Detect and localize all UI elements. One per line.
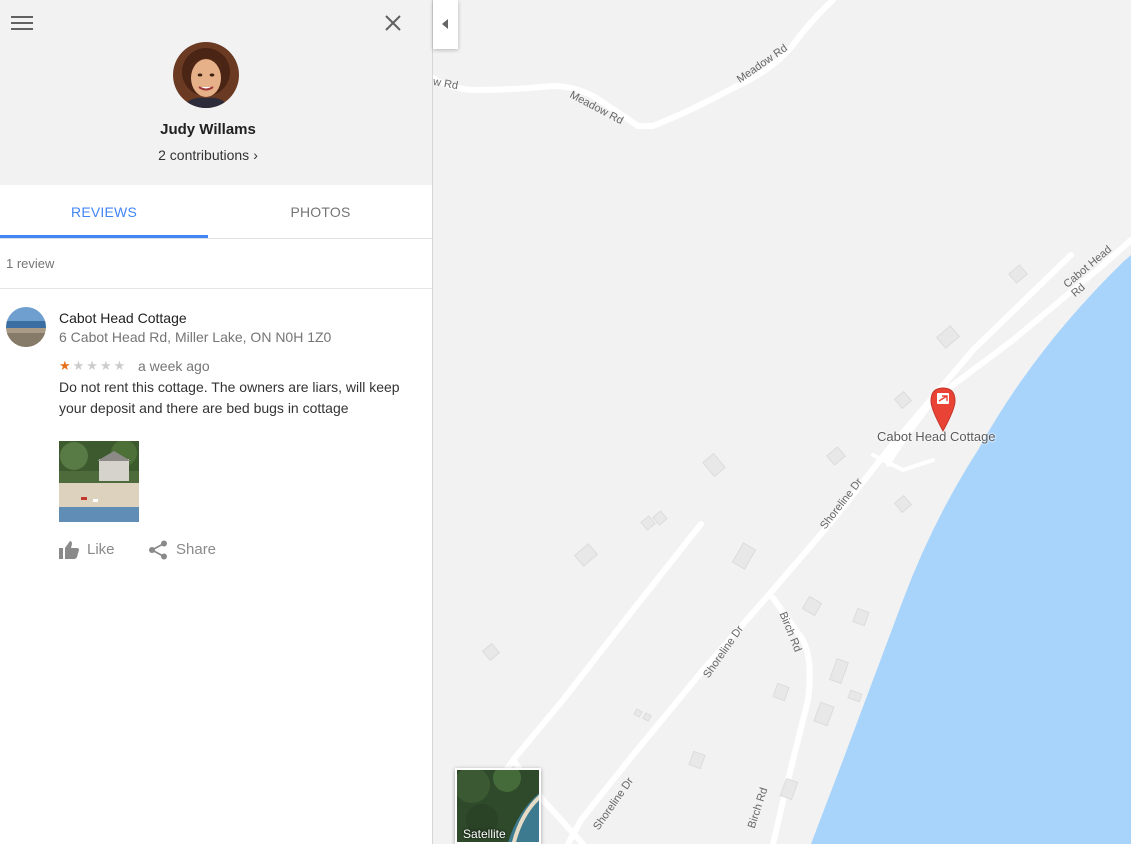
collapse-panel-button[interactable] — [433, 0, 458, 49]
avatar[interactable] — [173, 42, 239, 108]
close-icon[interactable] — [380, 10, 406, 36]
profile-header: Judy Willams 2 contributions › — [0, 0, 432, 185]
review-time: a week ago — [138, 358, 210, 374]
menu-icon[interactable] — [11, 12, 35, 34]
chevron-right-icon: › — [253, 147, 258, 163]
share-label: Share — [176, 541, 217, 558]
map-canvas[interactable]: w Rd Meadow Rd Meadow Rd Cabot Head Rd S… — [432, 0, 1131, 844]
profile-name: Judy Willams — [160, 121, 256, 138]
map-pin-icon[interactable] — [930, 387, 956, 433]
tab-bar: REVIEWS PHOTOS — [0, 185, 432, 239]
place-name[interactable]: Cabot Head Cottage — [59, 310, 187, 326]
pin-label[interactable]: Cabot Head Cottage — [877, 429, 996, 444]
star-icon: ★ — [59, 358, 73, 373]
place-address: 6 Cabot Head Rd, Miller Lake, ON N0H 1Z0 — [59, 329, 332, 345]
tab-photos[interactable]: PHOTOS — [208, 185, 433, 238]
star-rating: ★★★★★ — [59, 358, 127, 374]
review-card: Cabot Head Cottage 6 Cabot Head Rd, Mill… — [0, 289, 432, 589]
like-button[interactable]: Like — [59, 538, 115, 562]
review-photo[interactable] — [59, 441, 139, 522]
satellite-toggle[interactable]: Satellite — [455, 768, 541, 844]
thumbs-up-icon — [59, 541, 79, 560]
like-label: Like — [87, 541, 115, 558]
contributions-link[interactable]: 2 contributions › — [0, 147, 416, 163]
app: Judy Willams 2 contributions › REVIEWS PH… — [0, 0, 1131, 844]
active-tab-indicator — [0, 235, 208, 238]
share-icon — [149, 540, 167, 560]
satellite-label: Satellite — [463, 827, 506, 841]
collapse-arrow-icon — [442, 19, 448, 29]
contributions-label: 2 contributions — [158, 147, 250, 163]
place-thumbnail[interactable] — [6, 307, 46, 347]
side-panel: Judy Willams 2 contributions › REVIEWS PH… — [0, 0, 433, 844]
review-text: Do not rent this cottage. The owners are… — [59, 379, 400, 416]
map-layer — [433, 0, 1131, 844]
share-button[interactable]: Share — [148, 538, 216, 562]
star-icon: ★★★★ — [72, 358, 128, 373]
tab-reviews[interactable]: REVIEWS — [0, 185, 208, 238]
review-count: 1 review — [0, 239, 432, 289]
